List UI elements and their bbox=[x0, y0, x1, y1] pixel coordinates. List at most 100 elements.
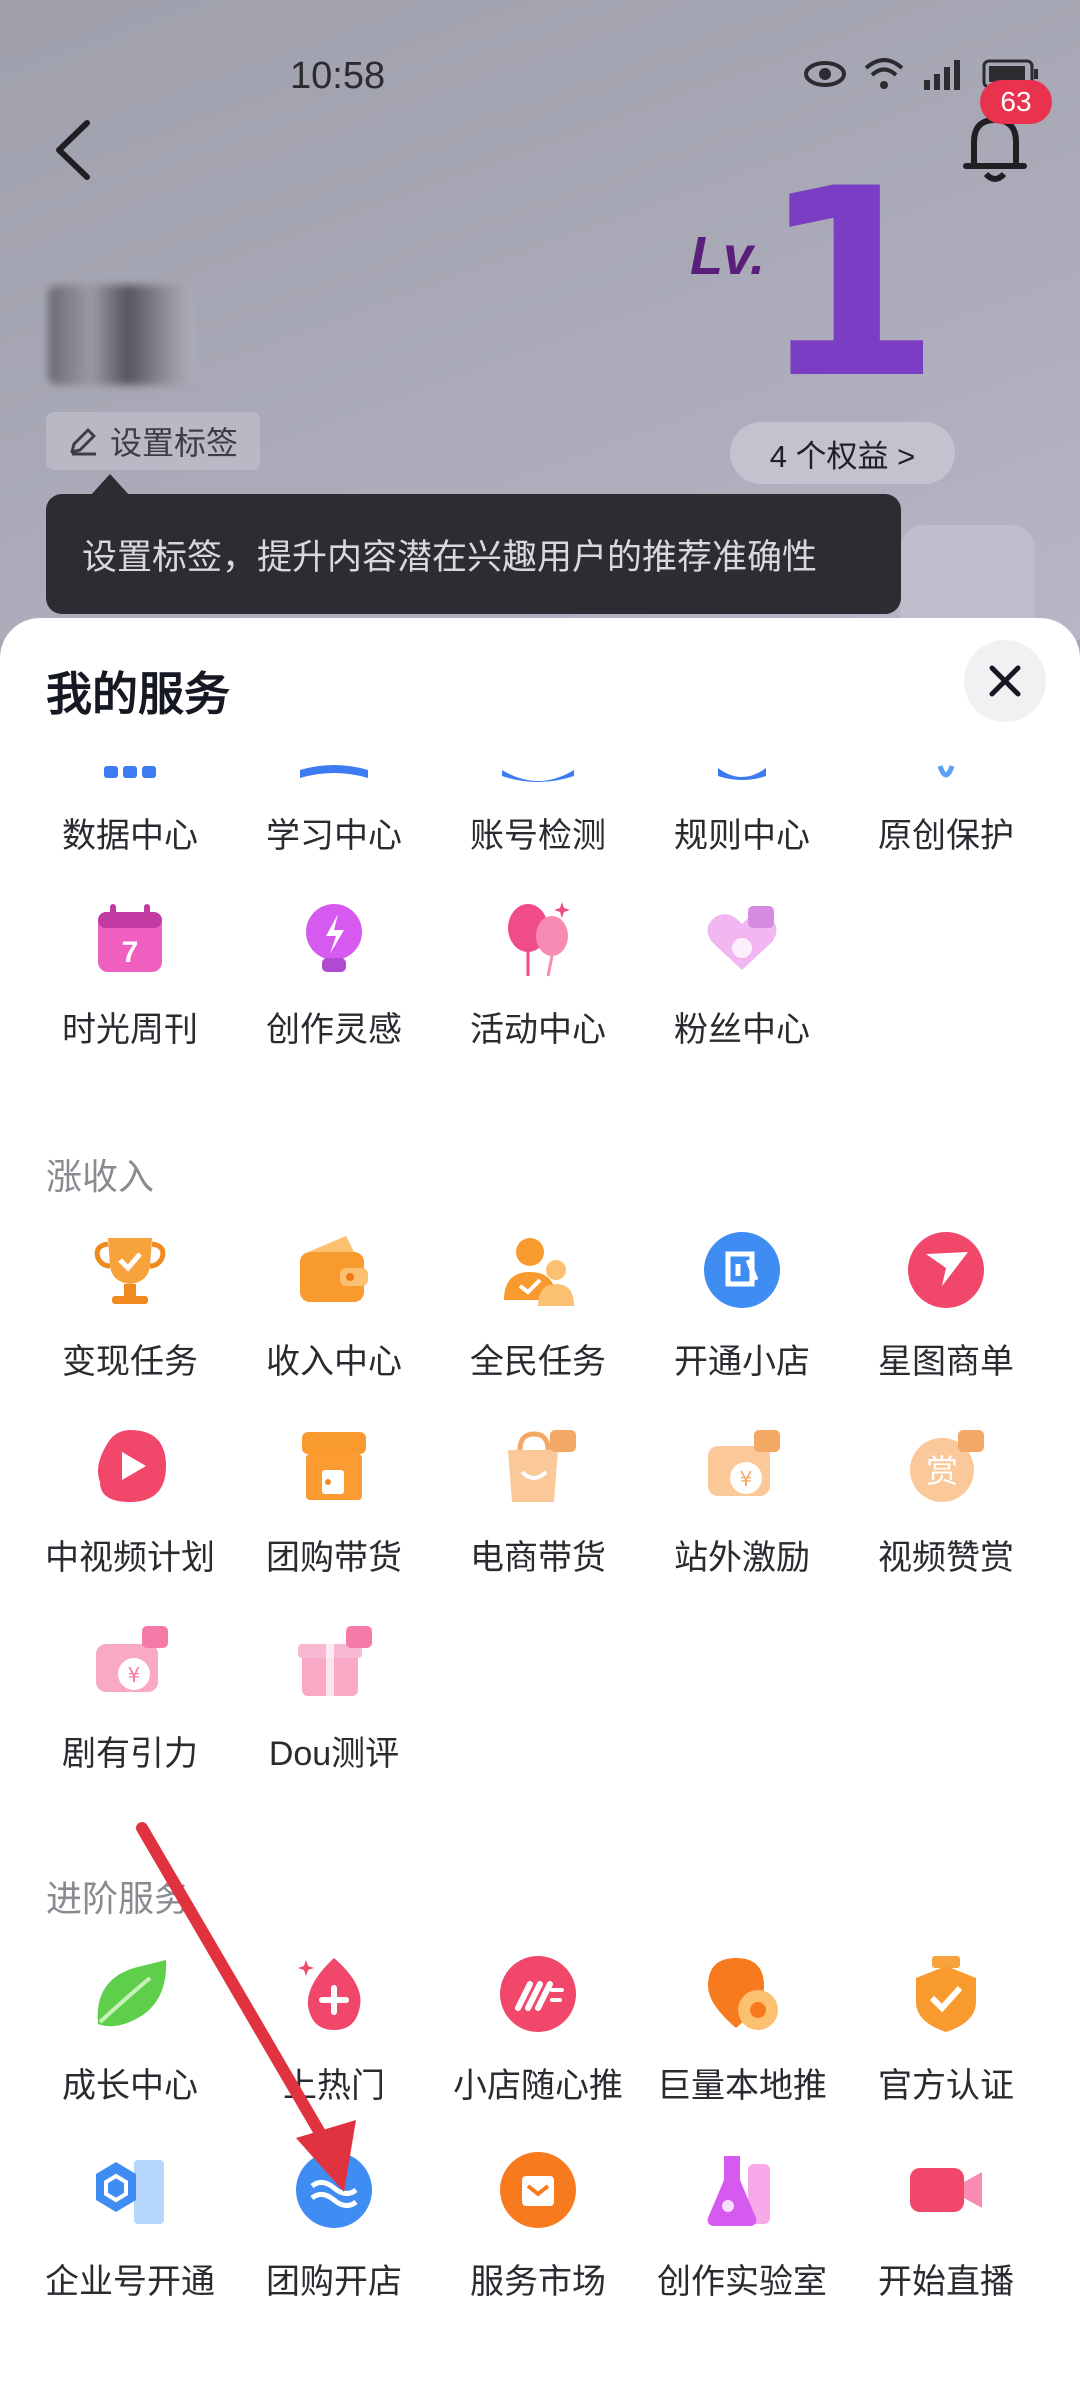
service-label: 视频赞赏 bbox=[878, 1539, 1014, 1577]
rules-center-icon bbox=[718, 768, 766, 780]
service-market-icon bbox=[500, 2152, 576, 2228]
service-learning-center[interactable]: 学习中心 bbox=[232, 704, 436, 884]
services-row-1: 数据中心 学习中心 账号检测 规则中心 原创保护 bbox=[0, 764, 1080, 904]
level-number: 1 bbox=[760, 134, 941, 436]
shop-icon bbox=[704, 1232, 780, 1308]
wallet-icon bbox=[300, 1236, 368, 1302]
svg-text:7: 7 bbox=[122, 936, 139, 969]
service-account-check[interactable]: 账号检测 bbox=[436, 704, 640, 884]
service-dou-review[interactable]: Dou测评 bbox=[232, 1622, 436, 1802]
close-icon bbox=[989, 665, 1021, 697]
service-label: 官方认证 bbox=[878, 2067, 1014, 2105]
service-service-market[interactable]: 服务市场 bbox=[436, 2150, 640, 2330]
location-pin-icon bbox=[708, 1958, 778, 2030]
service-all-people-tasks[interactable]: 全民任务 bbox=[436, 1230, 640, 1410]
annotation-arrow bbox=[136, 1822, 356, 2192]
service-label: 创作灵感 bbox=[266, 1011, 402, 1049]
service-label: 规则中心 bbox=[674, 817, 810, 855]
service-label: 学习中心 bbox=[266, 817, 402, 855]
level-prefix: Lv. bbox=[690, 226, 766, 286]
service-label: 巨量本地推 bbox=[657, 2067, 827, 2105]
notification-badge: 63 bbox=[980, 80, 1052, 124]
people-icon bbox=[504, 1238, 574, 1306]
service-label: 原创保护 bbox=[878, 817, 1014, 855]
svg-text:¥: ¥ bbox=[128, 1663, 141, 1687]
service-label: 创作实验室 bbox=[657, 2263, 827, 2301]
service-label: 开通小店 bbox=[674, 1343, 810, 1381]
calendar-icon: 7 bbox=[98, 904, 162, 972]
service-official-verification[interactable]: 官方认证 bbox=[844, 1954, 1048, 2134]
service-label: 站外激励 bbox=[674, 1539, 810, 1577]
service-label: 粉丝中心 bbox=[674, 1011, 810, 1049]
service-shop-promote[interactable]: 小店随心推 bbox=[436, 1954, 640, 2134]
service-fan-center[interactable]: 粉丝中心 bbox=[640, 898, 844, 1078]
service-label: 活动中心 bbox=[470, 1011, 606, 1049]
service-label: Dou测评 bbox=[268, 1735, 400, 1773]
wifi-icon bbox=[864, 58, 904, 95]
service-mid-video-plan[interactable]: 中视频计划 bbox=[28, 1426, 232, 1606]
service-star-orders[interactable]: 星图商单 bbox=[844, 1230, 1048, 1410]
service-label: 团购开店 bbox=[266, 2263, 402, 2301]
service-income-center[interactable]: 收入中心 bbox=[232, 1230, 436, 1410]
service-data-center[interactable]: 数据中心 bbox=[28, 704, 232, 884]
trophy-icon bbox=[94, 1238, 166, 1304]
original-protection-icon bbox=[937, 765, 955, 778]
service-drama-attraction[interactable]: ¥ 剧有引力 bbox=[28, 1622, 232, 1802]
profile-background: 10:58 63 设置标签 Lv. 1 4 个权益 > 设置标签，提升内容潜在兴… bbox=[0, 0, 1080, 640]
service-start-live[interactable]: 开始直播 bbox=[844, 2150, 1048, 2330]
service-creative-lab[interactable]: 创作实验室 bbox=[640, 2150, 844, 2330]
eye-icon bbox=[804, 59, 846, 94]
set-tag-button[interactable]: 设置标签 bbox=[46, 412, 261, 470]
flask-icon bbox=[707, 2156, 770, 2226]
service-label: 小店随心推 bbox=[453, 2067, 623, 2105]
video-camera-icon bbox=[910, 2168, 982, 2212]
service-label: 全民任务 bbox=[470, 1343, 606, 1381]
service-open-shop[interactable]: 开通小店 bbox=[640, 1230, 844, 1410]
service-label: 开始直播 bbox=[878, 2263, 1014, 2301]
promote-chart-icon bbox=[500, 1956, 576, 2032]
star-map-icon bbox=[908, 1232, 984, 1308]
service-label: 电商带货 bbox=[470, 1539, 606, 1577]
service-label: 中视频计划 bbox=[45, 1539, 215, 1577]
verified-badge-icon bbox=[916, 1956, 976, 2032]
service-group-buy-sales[interactable]: 团购带货 bbox=[232, 1426, 436, 1606]
back-arrow-icon bbox=[56, 120, 90, 180]
service-label: 星图商单 bbox=[878, 1343, 1014, 1381]
service-label: 时光周刊 bbox=[62, 1011, 198, 1049]
service-label: 变现任务 bbox=[62, 1343, 198, 1381]
set-tag-label: 设置标签 bbox=[110, 425, 239, 461]
service-label: 服务市场 bbox=[470, 2263, 606, 2301]
level-badge: Lv. 1 bbox=[690, 155, 941, 415]
video-coin-lock-icon: ¥ bbox=[708, 1430, 780, 1496]
lightbulb-icon bbox=[306, 904, 362, 972]
signal-icon bbox=[922, 58, 964, 95]
service-video-reward[interactable]: 赏 视频赞赏 bbox=[844, 1426, 1048, 1606]
service-time-weekly[interactable]: 7 时光周刊 bbox=[28, 898, 232, 1078]
blurred-username bbox=[48, 285, 193, 385]
drama-coin-lock-icon: ¥ bbox=[96, 1626, 168, 1692]
shopping-bag-lock-icon bbox=[508, 1430, 576, 1502]
gift-lock-icon bbox=[298, 1626, 372, 1696]
rights-button[interactable]: 4 个权益 > bbox=[730, 422, 955, 484]
service-label: 收入中心 bbox=[266, 1343, 402, 1381]
data-center-icon bbox=[104, 766, 156, 778]
service-label: 剧有引力 bbox=[62, 1735, 198, 1773]
service-label: 数据中心 bbox=[62, 817, 198, 855]
account-check-icon bbox=[502, 770, 574, 782]
service-offsite-incentive[interactable]: ¥ 站外激励 bbox=[640, 1426, 844, 1606]
storefront-icon bbox=[302, 1432, 366, 1500]
service-rules-center[interactable]: 规则中心 bbox=[640, 704, 844, 884]
tooltip-arrow bbox=[90, 474, 130, 496]
income-section-label: 涨收入 bbox=[46, 1156, 155, 1197]
service-activity-center[interactable]: 活动中心 bbox=[436, 898, 640, 1078]
service-creative-inspiration[interactable]: 创作灵感 bbox=[232, 898, 436, 1078]
svg-text:赏: 赏 bbox=[926, 1452, 958, 1490]
service-ecommerce-sales[interactable]: 电商带货 bbox=[436, 1426, 640, 1606]
service-monetize-tasks[interactable]: 变现任务 bbox=[28, 1230, 232, 1410]
service-original-protection[interactable]: 原创保护 bbox=[844, 704, 1048, 884]
service-local-promote[interactable]: 巨量本地推 bbox=[640, 1954, 844, 2134]
service-label: 团购带货 bbox=[266, 1539, 402, 1577]
svg-text:¥: ¥ bbox=[740, 1467, 753, 1491]
balloons-icon bbox=[508, 902, 570, 977]
back-button[interactable] bbox=[45, 115, 105, 185]
